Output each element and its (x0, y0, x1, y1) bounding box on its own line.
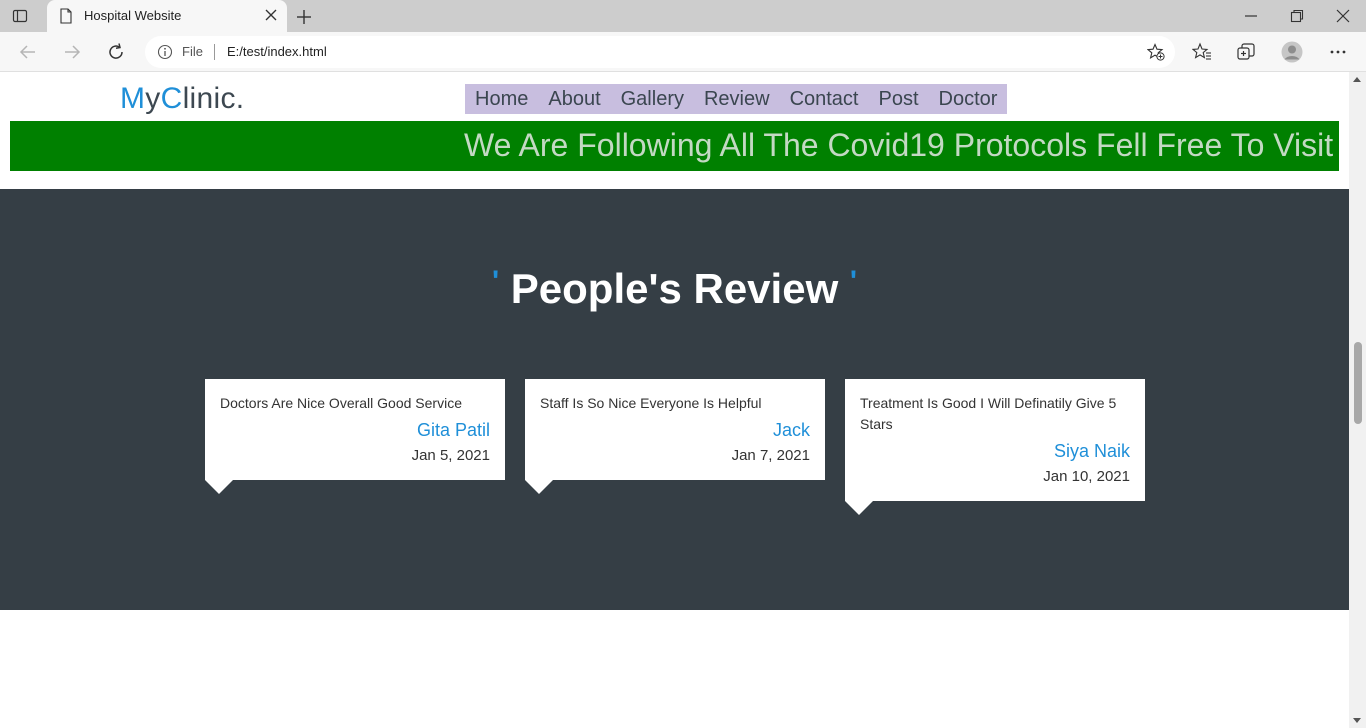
close-window-icon[interactable] (1335, 8, 1351, 24)
url-text[interactable]: E:/test/index.html (227, 44, 327, 59)
minimize-icon[interactable] (1243, 8, 1259, 24)
address-bar[interactable]: File E:/test/index.html (145, 36, 1175, 68)
scroll-up-arrow-icon[interactable] (1353, 77, 1361, 82)
address-separator (214, 44, 215, 60)
new-tab-icon[interactable] (295, 8, 313, 26)
favorites-icon[interactable] (1192, 42, 1212, 62)
page-viewport: MyClinic. Home About Gallery Review Cont… (0, 72, 1349, 728)
browser-toolbar: File E:/test/index.html (0, 32, 1366, 72)
main-nav: Home About Gallery Review Contact Post D… (465, 84, 1008, 114)
back-arrow-icon[interactable] (18, 42, 38, 62)
profile-avatar-icon[interactable] (1281, 41, 1303, 63)
logo-letter-m: M (120, 82, 146, 115)
nav-link-contact[interactable]: Contact (780, 84, 869, 114)
tab-actions-icon[interactable] (12, 8, 28, 24)
nav-link-home[interactable]: Home (475, 84, 538, 114)
review-date: Jan 10, 2021 (1043, 468, 1130, 485)
card-pointer (205, 480, 233, 494)
review-comment: Staff Is So Nice Everyone Is Helpful (540, 395, 762, 411)
review-card: Staff Is So Nice Everyone Is Helpful Jac… (525, 379, 825, 494)
nav-link-gallery[interactable]: Gallery (611, 84, 694, 114)
page-icon (60, 8, 72, 24)
covid-notice-marquee: We Are Following All The Covid19 Protoco… (10, 121, 1339, 171)
review-card: Doctors Are Nice Overall Good Service Gi… (205, 379, 505, 494)
title-quote-close: ' (849, 265, 858, 298)
tab-title: Hospital Website (84, 8, 182, 23)
card-pointer (845, 501, 873, 515)
nav-link-doctor[interactable]: Doctor (929, 84, 998, 114)
title-quote-open: ' (491, 265, 500, 298)
active-tab[interactable]: Hospital Website (47, 0, 287, 32)
nav-link-post[interactable]: Post (869, 84, 929, 114)
info-icon[interactable] (157, 44, 173, 60)
review-card: Treatment Is Good I Will Definatily Give… (845, 379, 1145, 515)
reviewer-name: Jack (772, 420, 810, 440)
nav-link-review[interactable]: Review (694, 84, 780, 114)
scroll-down-arrow-icon[interactable] (1353, 718, 1361, 723)
restore-icon[interactable] (1289, 8, 1305, 24)
review-comment: Treatment Is Good I Will Definatily Give… (860, 395, 1117, 432)
review-date: Jan 5, 2021 (411, 447, 490, 464)
reviewer-name: Gita Patil (416, 420, 490, 440)
site-header: MyClinic. Home About Gallery Review Cont… (0, 72, 1349, 188)
close-tab-icon[interactable] (265, 9, 277, 21)
add-favorite-icon[interactable] (1147, 43, 1165, 61)
review-date: Jan 7, 2021 (731, 447, 810, 464)
scheme-label: File (182, 44, 203, 59)
card-pointer (525, 480, 553, 494)
nav-link-about[interactable]: About (538, 84, 610, 114)
collections-icon[interactable] (1236, 42, 1256, 62)
reload-icon[interactable] (106, 42, 126, 62)
logo-rest: linic. (182, 82, 245, 115)
browser-tab-strip: Hospital Website (0, 0, 1366, 32)
review-comment: Doctors Are Nice Overall Good Service (220, 395, 462, 411)
reviewer-name: Siya Naik (1053, 441, 1130, 461)
more-menu-icon[interactable] (1328, 42, 1348, 62)
scrollbar-thumb[interactable] (1354, 342, 1362, 424)
site-logo[interactable]: MyClinic. (120, 82, 244, 116)
section-title: ' People's Review ' (0, 265, 1349, 313)
forward-arrow-icon[interactable] (62, 42, 82, 62)
vertical-scrollbar[interactable] (1349, 72, 1366, 728)
marquee-text: We Are Following All The Covid19 Protoco… (464, 127, 1339, 163)
logo-letter-c: C (160, 82, 183, 115)
logo-letter-y: y (145, 82, 161, 115)
section-title-text: People's Review (510, 265, 839, 312)
review-section: ' People's Review ' Doctors Are Nice Ove… (0, 189, 1349, 610)
